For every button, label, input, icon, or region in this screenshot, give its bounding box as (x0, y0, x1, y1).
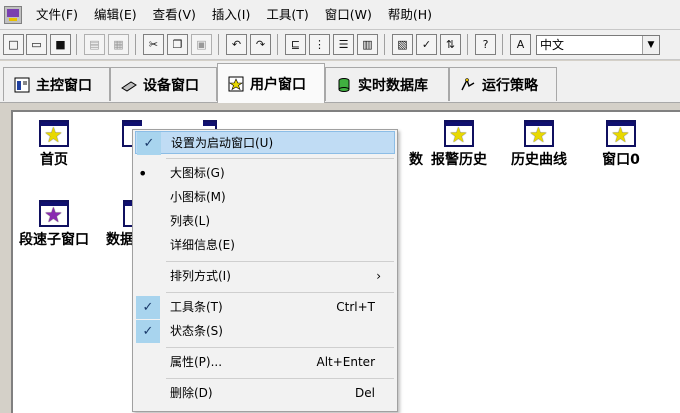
context-menu: ✓ 设置为启动窗口(U) • 大图标(G) 小图标(M) 列表(L) 详细信息(… (132, 129, 398, 412)
menu-item-set-startup[interactable]: ✓ 设置为启动窗口(U) (135, 131, 395, 155)
check-icon: ✓ (137, 132, 161, 155)
menu-bar: 文件(F) 编辑(E) 查看(V) 插入(I) 工具(T) 窗口(W) 帮助(H… (0, 0, 680, 30)
tab-label: 主控窗口 (36, 77, 92, 94)
print-icon[interactable]: ▤ (84, 34, 105, 55)
menu-item-details[interactable]: 详细信息(E) (135, 234, 395, 257)
menu-file[interactable]: 文件(F) (28, 0, 86, 30)
grid-icon[interactable]: ▥ (357, 34, 378, 55)
menu-edit[interactable]: 编辑(E) (86, 0, 145, 30)
menu-item-statusbar[interactable]: ✓ 状态条(S) (135, 320, 395, 343)
redo-icon[interactable]: ↷ (250, 34, 271, 55)
database-icon (336, 77, 352, 93)
save-icon[interactable]: ■ (50, 34, 71, 55)
tab-user-window[interactable]: 用户窗口 (217, 63, 325, 103)
check-icon: ✓ (136, 320, 160, 343)
language-value: 中文 (540, 38, 565, 52)
menu-item-list[interactable]: 列表(L) (135, 210, 395, 233)
main-window-icon (14, 77, 30, 93)
tab-bar: 主控窗口 设备窗口 用户窗口 实时数据库 运行策略 (0, 61, 680, 103)
window-icon: ★ (524, 120, 554, 147)
device-icon (121, 77, 137, 93)
tab-label: 实时数据库 (358, 77, 428, 94)
menu-item-delete[interactable]: 删除(D) Del (135, 382, 395, 405)
tab-main-window[interactable]: 主控窗口 (3, 67, 110, 101)
item-label: 段速子窗口 (19, 232, 89, 248)
tab-realtime-database[interactable]: 实时数据库 (325, 67, 449, 101)
language-icon[interactable]: A (510, 34, 531, 55)
window-item-history-curve[interactable]: ★ 历史曲线 (501, 120, 577, 168)
item-label: 窗口0 (602, 152, 640, 168)
menu-insert[interactable]: 插入(I) (204, 0, 258, 30)
window-icon: ★ (444, 120, 474, 147)
window-item-window0[interactable]: ★ 窗口0 (583, 120, 659, 168)
item-label: 报警历史 (431, 152, 487, 168)
menu-item-small-icons[interactable]: 小图标(M) (135, 186, 395, 209)
tab-device-window[interactable]: 设备窗口 (110, 67, 217, 101)
window-item-home[interactable]: ★ 首页 (16, 120, 92, 168)
tab-label: 设备窗口 (143, 77, 199, 94)
window-icon: ★ (39, 120, 69, 147)
copy-icon[interactable]: ❐ (167, 34, 188, 55)
chevron-right-icon: › (376, 269, 381, 283)
tab-run-strategy[interactable]: 运行策略 (449, 67, 557, 101)
properties-icon[interactable]: ▧ (392, 34, 413, 55)
paste-icon[interactable]: ▣ (191, 34, 212, 55)
sort-icon[interactable]: ⇅ (440, 34, 461, 55)
app-icon[interactable] (4, 5, 22, 24)
menu-help[interactable]: 帮助(H) (380, 0, 440, 30)
new-file-icon[interactable]: □ (3, 34, 24, 55)
item-label: 历史曲线 (511, 152, 567, 168)
check-icon[interactable]: ✓ (416, 34, 437, 55)
menu-item-large-icons[interactable]: • 大图标(G) (135, 162, 395, 185)
menu-item-toolbar[interactable]: ✓ 工具条(T) Ctrl+T (135, 296, 395, 319)
chevron-down-icon[interactable]: ▼ (642, 36, 659, 54)
item-label: 首页 (40, 152, 68, 168)
tab-label: 运行策略 (482, 77, 538, 94)
print-preview-icon[interactable]: ▦ (108, 34, 129, 55)
tab-label: 用户窗口 (250, 76, 306, 93)
user-window-icon (228, 76, 244, 92)
menu-view[interactable]: 查看(V) (145, 0, 204, 30)
cut-icon[interactable]: ✂ (143, 34, 164, 55)
open-folder-icon[interactable]: ▭ (26, 34, 47, 55)
menu-item-properties[interactable]: 属性(P)... Alt+Enter (135, 351, 395, 374)
help-icon[interactable]: ? (475, 34, 496, 55)
radio-dot-icon: • (138, 164, 148, 183)
window-icon: ★ (39, 200, 69, 227)
list-icon[interactable]: ☰ (333, 34, 354, 55)
window-item-alarm-history[interactable]: ★ 报警历史 (421, 120, 497, 168)
menu-item-arrange[interactable]: 排列方式(I) › (135, 265, 395, 288)
toolbar: □ ▭ ■ ▤ ▦ ✂ ❐ ▣ ↶ ↷ ⊑ ⋮ ☰ ▥ ▧ ✓ ⇅ ? A 中文… (0, 30, 680, 60)
window-icon: ★ (606, 120, 636, 147)
strategy-icon (460, 77, 476, 93)
align-left-icon[interactable]: ⊑ (285, 34, 306, 55)
tree-icon[interactable]: ⋮ (309, 34, 330, 55)
window-item-speed-subwindow[interactable]: ★ 段速子窗口 (16, 200, 92, 248)
menu-window[interactable]: 窗口(W) (317, 0, 380, 30)
language-select[interactable]: 中文 ▼ (536, 35, 660, 55)
undo-icon[interactable]: ↶ (226, 34, 247, 55)
check-icon: ✓ (136, 296, 160, 319)
menu-tools[interactable]: 工具(T) (258, 0, 316, 30)
